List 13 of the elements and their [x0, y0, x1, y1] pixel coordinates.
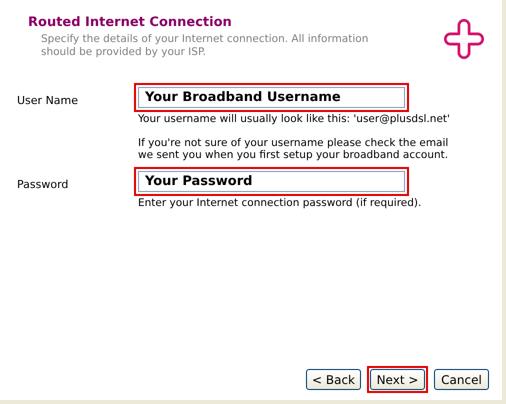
wizard-button[interactable]: < Back	[306, 369, 361, 390]
field-label: User Name	[17, 93, 80, 107]
password-field[interactable]: Your Password	[138, 171, 405, 192]
page-title: Routed Internet Connection	[28, 15, 233, 30]
username-field[interactable]: Your Broadband Username	[138, 87, 405, 108]
help-text: Your username will usually look like this: 'user@plusdsl.net'	[138, 113, 451, 125]
wizard-button[interactable]: Cancel	[434, 369, 489, 390]
field-label: Password	[17, 177, 70, 191]
help-text: Enter your Internet connection password (if required).	[138, 197, 422, 209]
wizard-button[interactable]: Next >	[370, 369, 425, 390]
plus-icon	[444, 19, 484, 59]
help-text: If you're not sure of your username please check the email we sent you when you first setup your broadband account.	[138, 137, 450, 161]
page-subtitle: Specify the details of your Internet connection. All information should be provided by your ISP.	[41, 33, 370, 59]
